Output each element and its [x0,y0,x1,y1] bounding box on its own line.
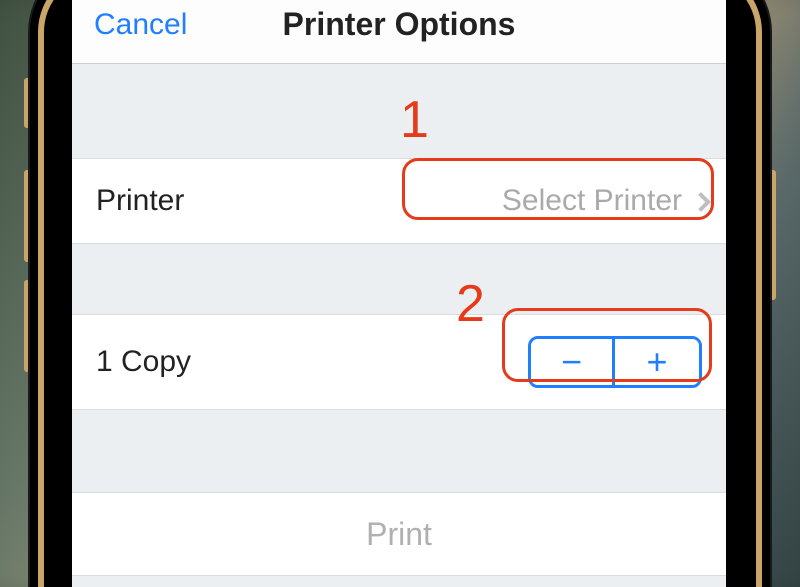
copies-stepper: − + [528,336,702,388]
copies-row: 1 Copy − + [72,314,726,410]
select-printer-button[interactable]: Select Printer [502,184,708,218]
copies-increment-button[interactable]: + [615,339,699,385]
copies-row-label: 1 Copy [96,345,191,379]
select-printer-value: Select Printer [502,184,682,218]
annotation-marker-1: 1 [400,90,429,150]
print-row[interactable]: Print [72,492,726,576]
printer-row-label: Printer [96,184,184,218]
navbar: Cancel Printer Options [72,0,726,64]
print-button-label: Print [366,516,432,553]
annotation-marker-2: 2 [456,274,485,334]
chevron-right-icon [691,192,711,212]
copies-decrement-button[interactable]: − [531,339,615,385]
screen: Cancel Printer Options Printer Select Pr… [72,0,726,587]
printer-row[interactable]: Printer Select Printer [72,158,726,244]
page-title: Printer Options [283,6,516,43]
cancel-button[interactable]: Cancel [94,8,187,42]
